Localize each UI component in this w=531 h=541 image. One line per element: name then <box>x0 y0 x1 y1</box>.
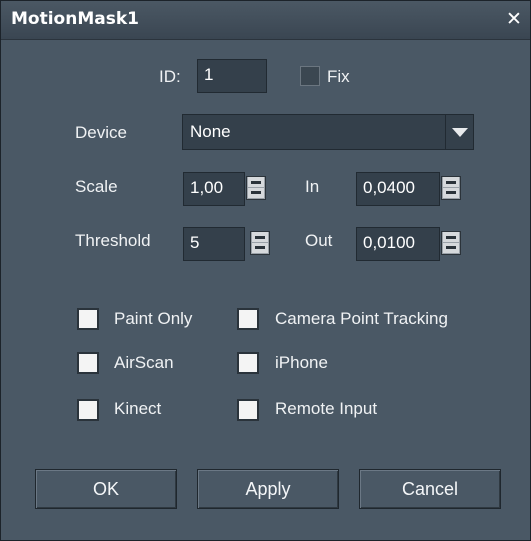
threshold-value: 5 <box>190 233 200 252</box>
spin-up-icon[interactable] <box>248 177 264 187</box>
scale-input[interactable]: 1,00 <box>183 172 245 206</box>
iphone-label: iPhone <box>275 353 328 372</box>
remote-input-label: Remote Input <box>275 399 378 418</box>
spin-down-icon[interactable] <box>248 188 264 198</box>
in-value: 0,0400 <box>363 178 415 197</box>
airscan-checkbox[interactable] <box>77 352 99 374</box>
window-title: MotionMask1 <box>11 9 139 29</box>
spin-down-icon[interactable] <box>443 188 459 198</box>
remote-input-checkbox[interactable] <box>237 399 259 421</box>
threshold-input[interactable]: 5 <box>183 227 245 261</box>
device-label: Device <box>75 123 127 142</box>
motionmask-dialog: MotionMask1 ✕ ID: 1 Fix Device None Scal… <box>0 0 531 541</box>
airscan-label: AirScan <box>114 353 174 372</box>
in-stepper[interactable] <box>441 176 461 200</box>
chevron-down-icon[interactable] <box>445 115 473 149</box>
paint-only-checkbox[interactable] <box>77 308 99 330</box>
fix-label: Fix <box>327 67 350 86</box>
scale-label: Scale <box>75 177 118 196</box>
id-input[interactable]: 1 <box>197 59 267 93</box>
spin-down-icon[interactable] <box>252 243 268 253</box>
fix-checkbox[interactable] <box>300 66 320 86</box>
camera-point-tracking-checkbox[interactable] <box>237 308 259 330</box>
id-value: 1 <box>204 65 214 84</box>
out-label: Out <box>305 231 333 250</box>
cancel-button[interactable]: Cancel <box>359 469 501 509</box>
device-value: None <box>190 122 231 141</box>
out-value: 0,0100 <box>363 233 415 252</box>
close-icon[interactable]: ✕ <box>504 9 524 29</box>
spin-up-icon[interactable] <box>443 177 459 187</box>
id-label: ID: <box>159 67 181 86</box>
spin-up-icon[interactable] <box>252 232 268 242</box>
threshold-label: Threshold <box>75 231 151 250</box>
spin-down-icon[interactable] <box>443 243 459 253</box>
device-select[interactable]: None <box>182 114 474 150</box>
in-label: In <box>305 177 320 196</box>
out-input[interactable]: 0,0100 <box>356 227 440 261</box>
iphone-checkbox[interactable] <box>237 352 259 374</box>
scale-value: 1,00 <box>190 178 224 197</box>
title-bar[interactable]: MotionMask1 ✕ <box>1 1 530 40</box>
threshold-stepper[interactable] <box>250 231 270 255</box>
in-input[interactable]: 0,0400 <box>356 172 440 206</box>
ok-button[interactable]: OK <box>35 469 177 509</box>
camera-point-tracking-label: Camera Point Tracking <box>275 309 448 328</box>
paint-only-label: Paint Only <box>114 309 193 328</box>
kinect-label: Kinect <box>114 399 162 418</box>
spin-up-icon[interactable] <box>443 232 459 242</box>
kinect-checkbox[interactable] <box>77 399 99 421</box>
out-stepper[interactable] <box>441 231 461 255</box>
apply-button[interactable]: Apply <box>197 469 339 509</box>
scale-stepper[interactable] <box>246 176 266 200</box>
